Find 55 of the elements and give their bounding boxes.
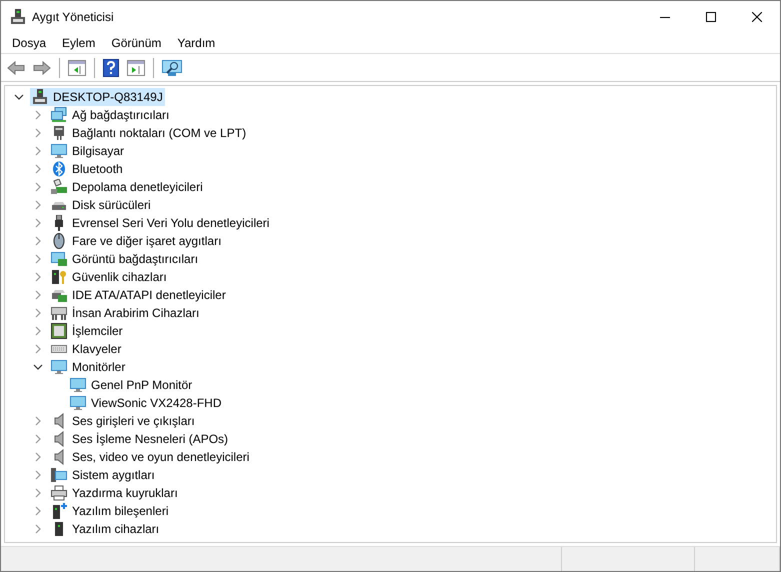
app-icon <box>11 8 25 24</box>
key-icon <box>51 269 67 285</box>
bluetooth-icon <box>51 161 67 177</box>
menu-item[interactable]: Görünüm <box>103 34 170 52</box>
monitor-icon <box>70 377 86 393</box>
close-icon <box>752 12 762 22</box>
tree-item[interactable]: Monitörler <box>49 358 128 376</box>
tree-item[interactable]: DESKTOP-Q83149J <box>30 88 165 106</box>
tree-item[interactable]: Ses girişleri ve çıkışları <box>49 412 197 430</box>
menu-item[interactable]: Eylem <box>54 34 104 52</box>
tree-item[interactable]: Ses, video ve oyun denetleyicileri <box>49 448 252 466</box>
tree-item[interactable]: Ağ bağdaştırıcıları <box>49 106 172 124</box>
tree-item[interactable]: Güvenlik cihazları <box>49 268 169 286</box>
system-icon <box>51 467 67 483</box>
maximize-icon <box>706 12 716 22</box>
component-icon <box>51 503 67 519</box>
tree-item[interactable]: Sistem aygıtları <box>49 466 157 484</box>
tree-item[interactable]: Genel PnP Monitör <box>68 376 194 394</box>
network-icon <box>51 107 67 123</box>
tree-item[interactable]: Yazılım bileşenleri <box>49 502 170 520</box>
chevron-down-icon <box>14 94 24 100</box>
menu-item[interactable]: Dosya <box>4 34 54 52</box>
tree-item[interactable]: ViewSonic VX2428-FHD <box>68 394 224 412</box>
chevron-down-icon <box>33 364 43 370</box>
tree-item[interactable]: Yazılım cihazları <box>49 520 162 538</box>
monitor-icon <box>51 143 67 159</box>
tree-item[interactable]: Ses İşleme Nesneleri (APOs) <box>49 430 230 448</box>
tree-item[interactable]: Depolama denetleyicileri <box>49 178 205 196</box>
tree-item[interactable]: Yazdırma kuyrukları <box>49 484 180 502</box>
window-title: Aygıt Yöneticisi <box>32 10 114 24</box>
tree-item[interactable]: IDE ATA/ATAPI denetleyiciler <box>49 286 228 304</box>
menu-item[interactable]: Yardım <box>169 34 224 52</box>
tree-item[interactable]: Evrensel Seri Veri Yolu denetleyicileri <box>49 214 272 232</box>
tree-item[interactable]: Bağlantı noktaları (COM ve LPT) <box>49 124 248 142</box>
keypad-icon <box>51 305 67 321</box>
port-icon <box>51 125 67 141</box>
properties-button[interactable] <box>65 58 89 78</box>
computer-icon <box>32 89 48 105</box>
tree-item[interactable]: Bilgisayar <box>49 142 126 160</box>
monitor-icon <box>51 359 67 375</box>
display-card-icon <box>51 251 67 267</box>
tree-item[interactable]: Klavyeler <box>49 340 124 358</box>
tree-item[interactable]: Bluetooth <box>49 160 125 178</box>
tree-item[interactable]: İnsan Arabirim Cihazları <box>49 304 202 322</box>
mouse-icon <box>51 233 67 249</box>
tree-item[interactable]: Fare ve diğer işaret aygıtları <box>49 232 224 250</box>
tree-item[interactable]: İşlemciler <box>49 322 125 340</box>
tree-item[interactable]: Görüntü bağdaştırıcıları <box>49 250 200 268</box>
help-button[interactable] <box>100 56 122 78</box>
chip-icon <box>51 323 67 339</box>
controller-card-icon <box>51 287 67 303</box>
storage-icon <box>51 179 67 195</box>
printer-icon <box>51 485 67 501</box>
tree-item[interactable]: Disk sürücüleri <box>49 196 153 214</box>
monitor-icon <box>70 395 86 411</box>
